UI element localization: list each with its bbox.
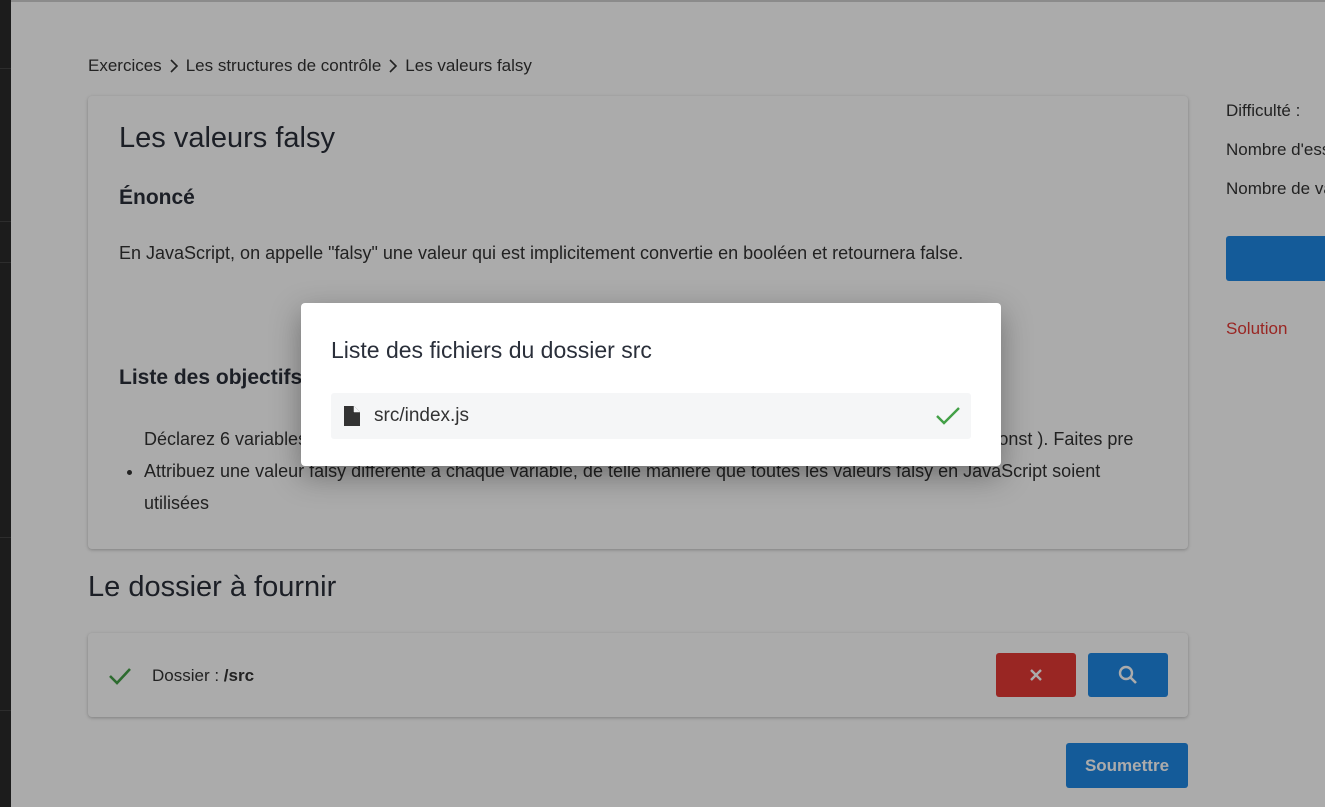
file-icon <box>344 406 360 426</box>
check-icon <box>936 407 960 425</box>
file-name: src/index.js <box>374 405 470 426</box>
file-list-item: src/index.js <box>331 393 971 439</box>
files-modal: Liste des fichiers du dossier src src/in… <box>301 303 1001 466</box>
modal-title: Liste des fichiers du dossier src <box>331 337 652 363</box>
